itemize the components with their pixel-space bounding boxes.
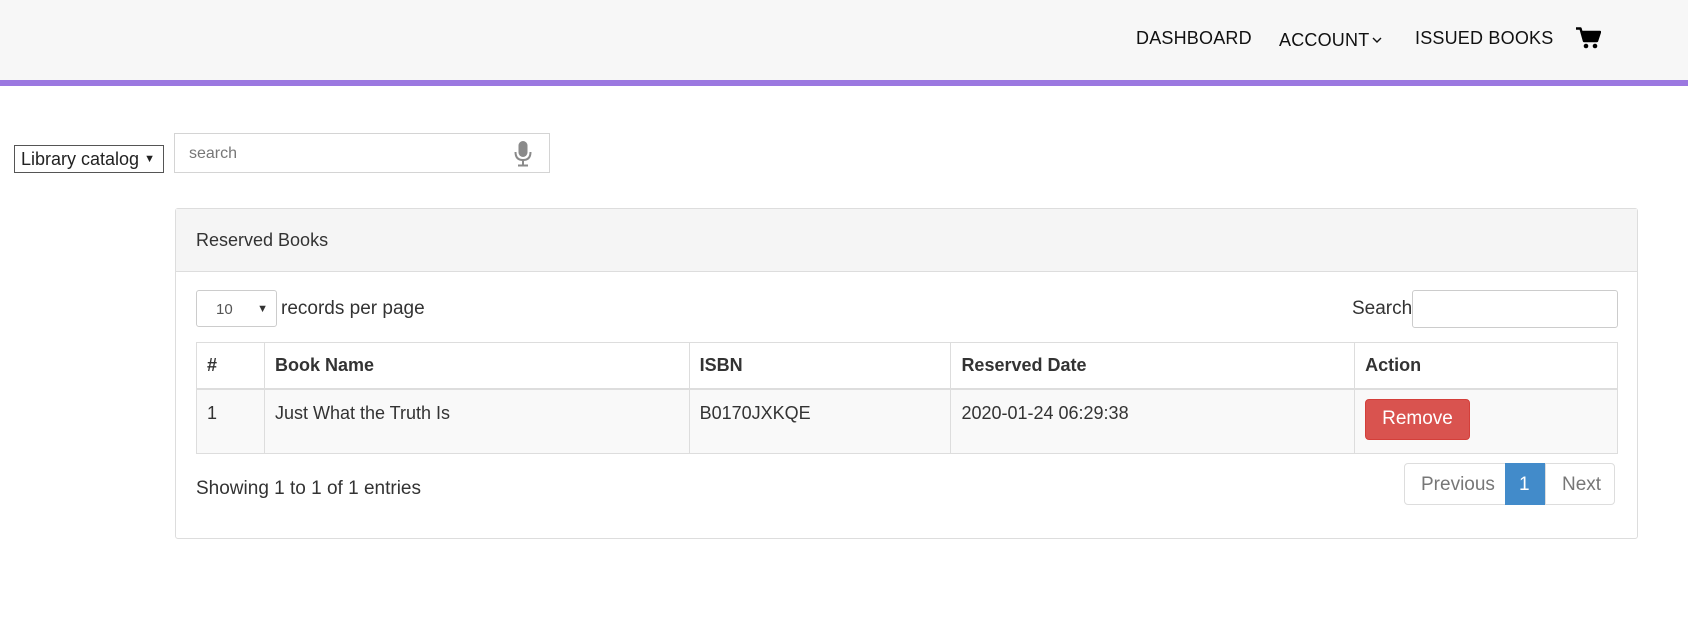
dropdown-caret-icon: ▼ bbox=[144, 153, 155, 165]
catalog-search-input[interactable] bbox=[189, 143, 489, 165]
nav-account-label: ACCOUNT bbox=[1279, 30, 1370, 50]
records-per-page-select[interactable]: 10 ▼ bbox=[196, 290, 277, 327]
table-row: 1 Just What the Truth Is B0170JXKQE 2020… bbox=[196, 388, 1618, 454]
nav-issued-books[interactable]: ISSUED BOOKS bbox=[1415, 28, 1553, 49]
remove-button[interactable]: Remove bbox=[1365, 398, 1470, 440]
column-header-reserved-date[interactable]: Reserved Date bbox=[950, 342, 1356, 390]
cell-action: Remove bbox=[1354, 388, 1618, 454]
column-header-action[interactable]: Action bbox=[1354, 342, 1618, 390]
microphone-icon[interactable] bbox=[514, 141, 532, 172]
entries-info: Showing 1 to 1 of 1 entries bbox=[196, 478, 421, 499]
nav-account[interactable]: ACCOUNT bbox=[1279, 28, 1382, 51]
nav-dashboard[interactable]: DASHBOARD bbox=[1136, 28, 1252, 49]
catalog-select-value: Library catalog bbox=[21, 149, 140, 169]
pagination: Previous 1 Next bbox=[1404, 463, 1615, 505]
cell-number: 1 bbox=[196, 388, 265, 454]
reserved-books-table: # Book Name ISBN Reserved Date Action 1 … bbox=[196, 342, 1618, 454]
top-navbar: DASHBOARD ACCOUNT ISSUED BOOKS bbox=[0, 0, 1688, 86]
panel-title: Reserved Books bbox=[176, 209, 1637, 272]
table-search-input[interactable] bbox=[1412, 290, 1618, 328]
dropdown-caret-icon: ▼ bbox=[257, 303, 268, 315]
column-header-number[interactable]: # bbox=[196, 342, 265, 390]
cell-isbn: B0170JXKQE bbox=[688, 388, 952, 454]
table-header-row: # Book Name ISBN Reserved Date Action bbox=[196, 342, 1618, 390]
reserved-books-panel: Reserved Books 10 ▼ records per page Sea… bbox=[175, 208, 1638, 539]
cell-reserved-date: 2020-01-24 06:29:38 bbox=[950, 388, 1356, 454]
records-per-page-label: records per page bbox=[281, 298, 425, 319]
table-search-label: Search: bbox=[1352, 298, 1418, 319]
shopping-cart-icon[interactable] bbox=[1576, 27, 1602, 54]
column-header-isbn[interactable]: ISBN bbox=[688, 342, 952, 390]
previous-page-button[interactable]: Previous bbox=[1404, 463, 1506, 505]
page-1-button[interactable]: 1 bbox=[1505, 463, 1546, 505]
cell-book-name: Just What the Truth Is bbox=[263, 388, 690, 454]
column-header-book-name[interactable]: Book Name bbox=[263, 342, 690, 390]
catalog-search-box bbox=[174, 133, 550, 173]
next-page-button[interactable]: Next bbox=[1545, 463, 1615, 505]
chevron-down-icon bbox=[1372, 28, 1382, 49]
catalog-select[interactable]: Library catalog ▼ bbox=[14, 145, 164, 173]
records-per-page-value: 10 bbox=[216, 301, 233, 318]
